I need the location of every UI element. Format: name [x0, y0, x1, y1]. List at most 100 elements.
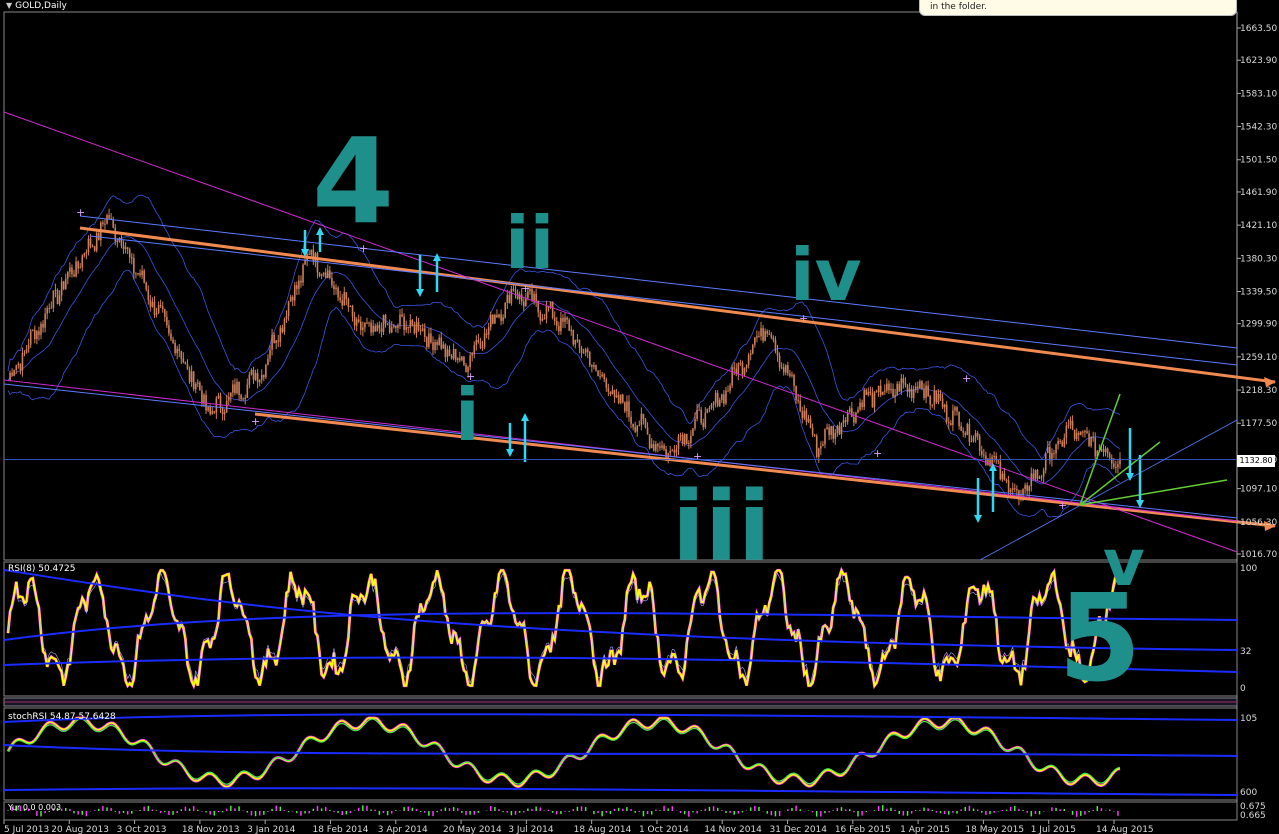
- candle-body: [62, 281, 65, 289]
- candle-body: [950, 423, 952, 426]
- candle-body: [450, 355, 453, 359]
- candle-body: [380, 328, 383, 332]
- time-tick-label: 18 May 2015: [965, 825, 1024, 834]
- candle-body: [473, 345, 476, 354]
- candle-body: [972, 437, 975, 442]
- price-tick-label: 1542.30: [1240, 123, 1277, 133]
- candle-body: [591, 365, 593, 367]
- candle-body: [141, 270, 143, 276]
- candle-body: [67, 271, 69, 279]
- candle-body: [73, 274, 75, 277]
- candle-body: [760, 328, 762, 337]
- candle-body: [892, 388, 894, 397]
- candle-body: [683, 433, 686, 444]
- candle-body: [446, 349, 449, 357]
- pivot-marker: +: [873, 447, 882, 460]
- candle-body: [324, 272, 327, 279]
- candle-body: [601, 374, 603, 377]
- candle-body: [576, 339, 579, 341]
- candle-body: [846, 412, 849, 422]
- tooltip-text: in the folder.: [930, 2, 987, 12]
- candle-body: [1016, 489, 1018, 491]
- candle-body: [634, 427, 636, 432]
- candle-body: [985, 455, 987, 466]
- candle-body: [21, 352, 24, 371]
- candle-body: [1003, 473, 1006, 481]
- candle-body: [310, 249, 313, 255]
- candle-body: [79, 267, 82, 269]
- candle-body: [828, 427, 830, 435]
- candle-body: [863, 389, 865, 408]
- candle-body: [382, 314, 385, 332]
- dropdown-icon[interactable]: ▼: [6, 1, 12, 10]
- candle-body: [1001, 473, 1004, 480]
- candle-body: [533, 293, 535, 301]
- rsi-tick-label: 32: [1240, 647, 1251, 657]
- candle-body: [353, 316, 356, 326]
- candle-body: [900, 378, 903, 392]
- candle-body: [888, 383, 890, 391]
- candle-body: [339, 297, 341, 301]
- candle-body: [584, 349, 587, 353]
- candle-body: [409, 319, 412, 329]
- candle-body: [180, 350, 183, 359]
- candle-body: [871, 393, 874, 408]
- candle-body: [782, 367, 785, 373]
- candle-body: [1115, 466, 1117, 468]
- candle-body: [712, 402, 715, 405]
- candle-body: [190, 371, 193, 383]
- candle-body: [17, 363, 20, 366]
- candle-body: [1065, 425, 1068, 438]
- rsi-signal-line: [7, 571, 1121, 685]
- candle-body: [830, 426, 832, 435]
- chart-canvas[interactable]: ++++++++++ 1663.501623.901583.101542.301…: [0, 0, 1279, 834]
- candle-body: [289, 296, 292, 302]
- pivot-marker: +: [693, 450, 702, 463]
- candle-body: [595, 364, 597, 371]
- price-tick-label: 1623.90: [1240, 56, 1277, 66]
- candle-body: [281, 327, 284, 332]
- symbol-title[interactable]: ▼ GOLD,Daily: [6, 1, 67, 11]
- candle-body: [945, 404, 948, 422]
- candle-body: [910, 388, 913, 399]
- bollinger-lower: [7, 269, 1121, 518]
- wave-label-i: i: [455, 373, 480, 457]
- price-tick-label: 1380.30: [1240, 254, 1277, 264]
- candle-body: [112, 219, 115, 228]
- candle-body: [421, 328, 424, 331]
- candle-body: [1026, 485, 1028, 491]
- candle-body: [756, 336, 758, 338]
- candle-body: [613, 390, 616, 398]
- candle-body: [46, 308, 48, 314]
- candle-body: [388, 324, 391, 333]
- wave-label-5: 5: [1058, 570, 1142, 709]
- candle-body: [617, 395, 620, 404]
- candle-body: [586, 349, 589, 353]
- candle-body: [650, 444, 653, 449]
- candle-body: [890, 388, 892, 391]
- candle-body: [151, 301, 154, 307]
- candle-body: [386, 323, 389, 325]
- candle-body: [31, 329, 34, 331]
- time-tick-label: 3 Apr 2014: [378, 825, 428, 834]
- price-tick-label: 1501.50: [1240, 156, 1277, 166]
- candle-body: [1090, 436, 1092, 446]
- candle-body: [463, 356, 465, 365]
- candle-body: [853, 416, 855, 423]
- bottom-indicator-label: Yur 0.0 0.003: [8, 803, 62, 812]
- candle-body: [1032, 473, 1035, 479]
- candle-body: [58, 295, 61, 305]
- candle-body: [85, 252, 88, 254]
- candle-body: [572, 330, 575, 345]
- candle-body: [38, 331, 40, 335]
- candle-body: [729, 385, 731, 391]
- candle-body: [543, 318, 546, 320]
- sell-arrowhead: [416, 289, 424, 297]
- candle-body: [374, 325, 377, 332]
- price-tick-label: 1663.50: [1240, 24, 1277, 34]
- candle-body: [520, 294, 523, 302]
- candle-body: [419, 330, 422, 332]
- candle-body: [126, 247, 129, 250]
- candle-body: [248, 374, 251, 385]
- candle-body: [669, 450, 672, 454]
